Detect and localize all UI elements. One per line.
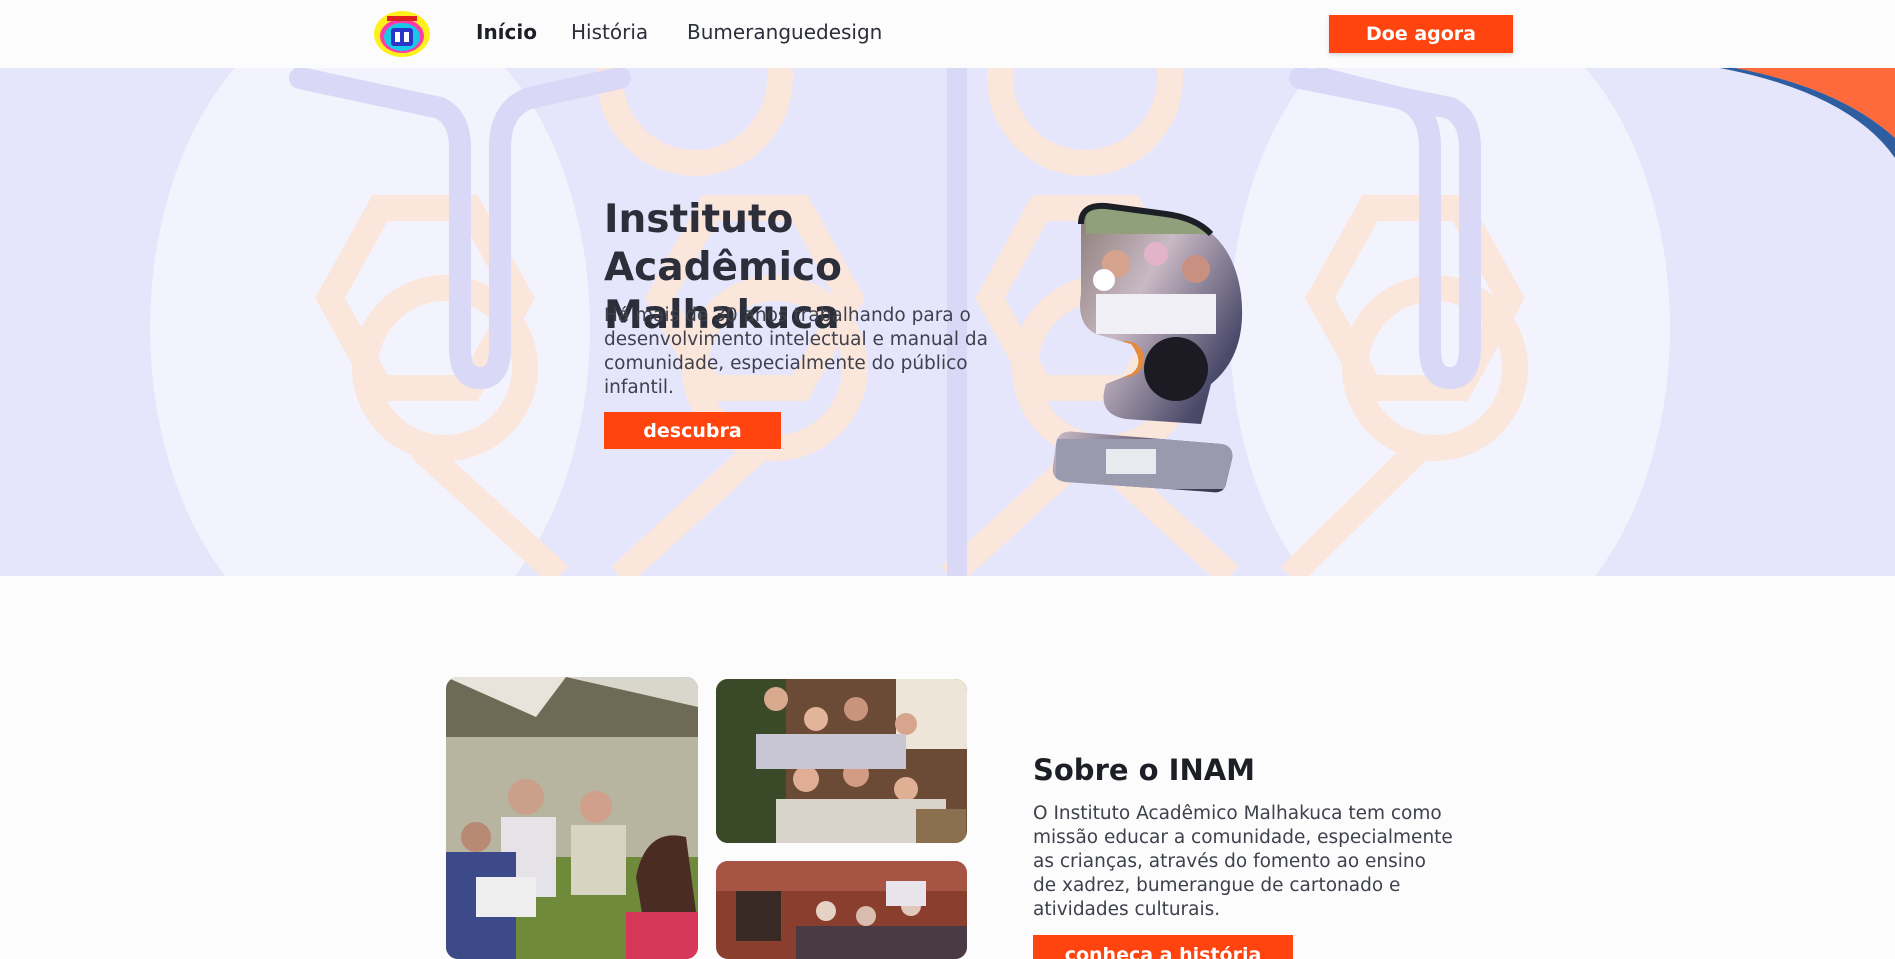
top-navigation: Início História Bumeranguedesign Doe ago… xyxy=(0,0,1895,68)
about-title: Sobre o INAM xyxy=(1033,753,1256,787)
nav-link-historia[interactable]: História xyxy=(571,20,648,44)
page: Início História Bumeranguedesign Doe ago… xyxy=(0,0,1895,959)
about-photo-chess-class xyxy=(716,861,967,959)
history-button[interactable]: conheça a história xyxy=(1033,935,1293,959)
hero-photo-children-workshop xyxy=(1052,202,1243,493)
hero-description: Há mais de 30 anos trabalhando para o de… xyxy=(604,305,988,398)
hero-section: Instituto Acadêmico Malhakuca Há mais de… xyxy=(0,68,1895,576)
discover-button[interactable]: descubra xyxy=(604,412,781,449)
about-photo-outdoor-group xyxy=(446,677,698,959)
institute-logo-icon[interactable] xyxy=(373,10,431,58)
nav-link-bumeranguedesign[interactable]: Bumeranguedesign xyxy=(687,20,882,44)
donate-button[interactable]: Doe agora xyxy=(1329,15,1513,53)
nav-link-inicio[interactable]: Início xyxy=(476,20,537,44)
about-description: O Instituto Acadêmico Malhakuca tem como… xyxy=(1033,803,1453,920)
about-photo-children-indoor xyxy=(716,679,967,843)
